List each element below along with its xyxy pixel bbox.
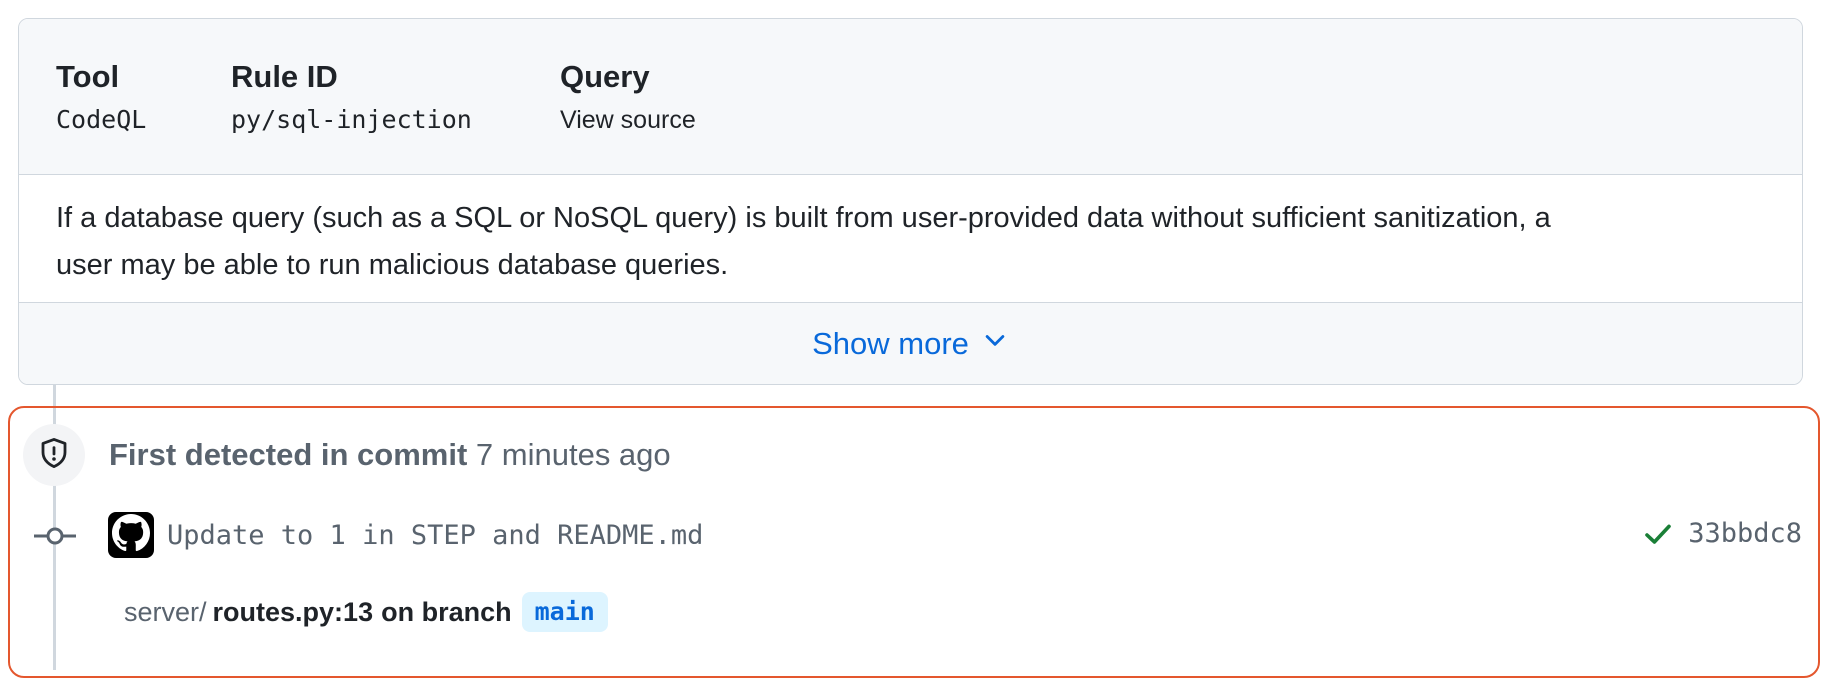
query-label: Query — [560, 59, 650, 94]
tool-label: Tool — [56, 59, 120, 94]
path-file-link[interactable]: routes.py:13 — [213, 592, 374, 632]
tool-column: Tool CodeQL — [56, 57, 146, 137]
rule-id-label: Rule ID — [231, 59, 338, 94]
git-commit-icon — [34, 524, 76, 548]
on-branch-text: on branch — [381, 597, 512, 627]
rule-description: If a database query (such as a SQL or No… — [56, 195, 1776, 289]
check-icon[interactable] — [1642, 518, 1674, 550]
query-column: Query View source — [560, 57, 696, 137]
alert-badge — [23, 424, 85, 486]
commit-status: 33bbdc8 — [1642, 516, 1802, 552]
rule-description-line-1: If a database query (such as a SQL or No… — [56, 202, 1551, 234]
rule-id-value: py/sql-injection — [231, 105, 472, 134]
detected-time-ago[interactable]: 7 minutes ago — [476, 437, 671, 472]
view-source-link[interactable]: View source — [560, 103, 696, 137]
card-footer: Show more — [19, 302, 1802, 384]
github-mark-icon — [112, 513, 150, 557]
shield-alert-icon — [38, 437, 70, 474]
first-detected-title: First detected in commit — [109, 437, 468, 472]
show-more-button[interactable]: Show more — [812, 326, 1009, 362]
branch-label[interactable]: main — [521, 592, 608, 632]
avatar[interactable] — [108, 512, 154, 558]
file-location: server/ routes.py:13 on branch main — [124, 592, 608, 632]
show-more-label: Show more — [812, 325, 969, 361]
path-directory: server/ — [124, 597, 207, 627]
chevron-down-icon — [981, 326, 1009, 362]
first-detected-heading: First detected in commit 7 minutes ago — [109, 435, 671, 475]
rule-meta-header: Tool CodeQL Rule ID py/sql-injection Que… — [19, 19, 1802, 175]
rule-info-card: Tool CodeQL Rule ID py/sql-injection Que… — [18, 18, 1803, 385]
rule-id-column: Rule ID py/sql-injection — [231, 57, 472, 137]
tool-value: CodeQL — [56, 105, 147, 134]
rule-description-line-2: user may be able to run malicious databa… — [56, 249, 729, 281]
commit-message-link[interactable]: Update to 1 in STEP and README.md — [167, 518, 703, 554]
commit-sha-link[interactable]: 33bbdc8 — [1688, 516, 1802, 552]
